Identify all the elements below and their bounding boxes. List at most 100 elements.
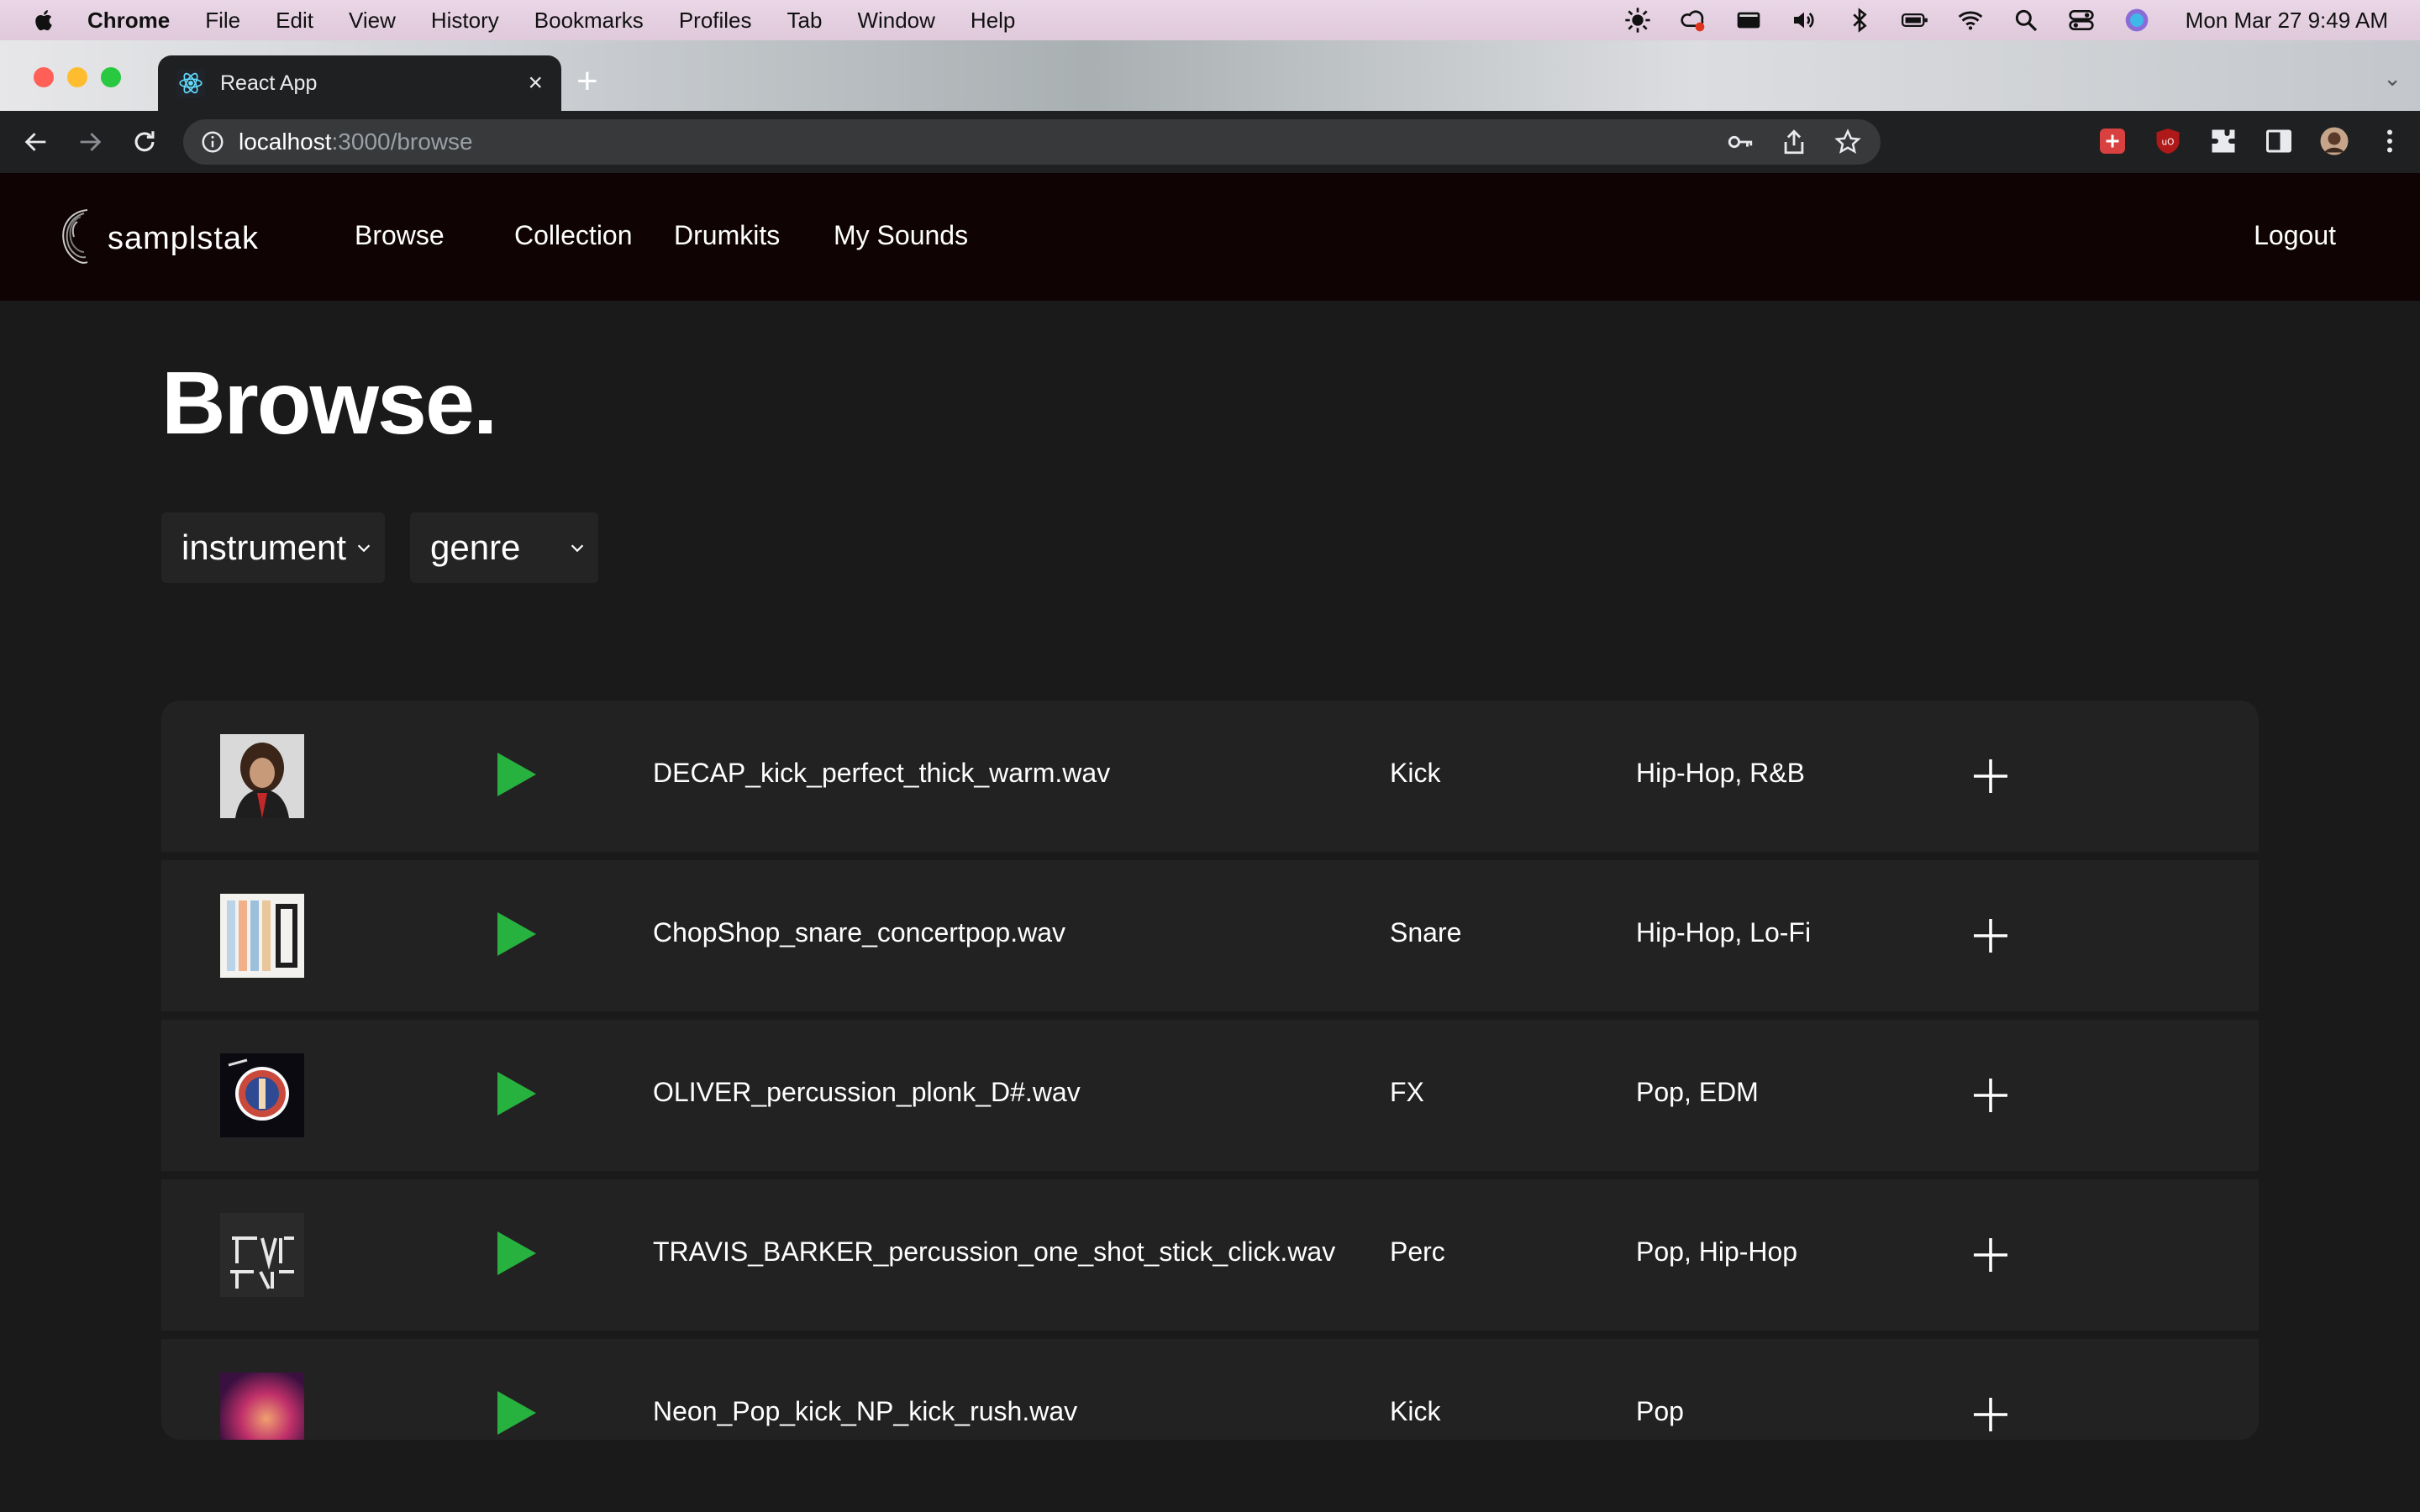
svg-text:uO: uO [2162, 138, 2175, 148]
add-to-collection-plus-icon[interactable] [1970, 1394, 2011, 1435]
add-to-collection-plus-icon[interactable] [1970, 756, 2011, 796]
menu-file[interactable]: File [205, 8, 240, 34]
key-icon[interactable] [1726, 128, 1754, 156]
menu-tab[interactable]: Tab [787, 8, 823, 34]
address-bar-actions [1726, 128, 1862, 156]
sun-icon[interactable] [1624, 7, 1651, 34]
tab-search-chevron-icon[interactable]: ⌄ [2383, 66, 2402, 92]
macos-menu-bar: Chrome File Edit View History Bookmarks … [0, 0, 2420, 40]
menu-help[interactable]: Help [971, 8, 1015, 34]
sample-instrument: Kick [1390, 758, 1441, 788]
sample-artwork-portrait [220, 734, 304, 818]
menu-bookmarks[interactable]: Bookmarks [534, 8, 644, 34]
chrome-menu-dots-icon[interactable] [2375, 126, 2405, 156]
creative-cloud-icon[interactable] [1680, 7, 1707, 34]
sample-filename: ChopShop_snare_concertpop.wav [653, 917, 1065, 948]
play-icon[interactable] [496, 751, 538, 798]
logout-button[interactable]: Logout [2254, 220, 2336, 251]
sample-genres: Hip-Hop, R&B [1636, 758, 1805, 788]
chevron-down-icon [571, 544, 584, 553]
sample-genres: Hip-Hop, Lo-Fi [1636, 917, 1812, 948]
menu-edit[interactable]: Edit [276, 8, 313, 34]
nav-drumkits[interactable]: Drumkits [674, 220, 780, 251]
menu-view[interactable]: View [349, 8, 396, 34]
control-center-icon[interactable] [2068, 7, 2095, 34]
bookmark-star-icon[interactable] [1833, 128, 1862, 156]
page-title: Browse. [161, 354, 497, 453]
close-window-button[interactable] [34, 67, 54, 87]
sample-artwork-travis-barker-logo [220, 1213, 304, 1297]
instrument-filter-label: instrument [182, 528, 347, 567]
brand-name: samplstak [108, 220, 260, 256]
reload-icon[interactable] [130, 128, 159, 160]
add-to-collection-plus-icon[interactable] [1970, 916, 2011, 956]
sample-instrument: Snare [1390, 917, 1462, 948]
sample-instrument: Perc [1390, 1236, 1445, 1267]
instrument-filter-select[interactable]: instrument [161, 512, 385, 583]
url-host: localhost [239, 129, 332, 155]
window-controls [34, 67, 121, 87]
url-text[interactable]: localhost:3000/browse [239, 129, 473, 155]
sample-filename: OLIVER_percussion_plonk_D#.wav [653, 1077, 1081, 1107]
sample-filename: DECAP_kick_perfect_thick_warm.wav [653, 758, 1111, 788]
side-panel-icon[interactable] [2264, 126, 2294, 156]
sample-genres: Pop, Hip-Hop [1636, 1236, 1798, 1267]
menu-history[interactable]: History [431, 8, 499, 34]
url-path: :3000/browse [331, 129, 473, 155]
sample-artwork-neon-pop [220, 1373, 304, 1440]
bluetooth-icon[interactable] [1846, 7, 1873, 34]
apple-icon[interactable] [32, 8, 66, 33]
sample-genres: Pop [1636, 1396, 1684, 1426]
sample-row: OLIVER_percussion_plonk_D#.wav FX Pop, E… [161, 1020, 2259, 1171]
sample-artwork-chop-shop [220, 894, 304, 978]
profile-avatar[interactable] [2319, 126, 2349, 156]
sample-row: DECAP_kick_perfect_thick_warm.wav Kick H… [161, 701, 2259, 852]
brand-logo[interactable]: samplstak [54, 205, 259, 272]
nav-browse[interactable]: Browse [355, 220, 445, 251]
site-info-icon[interactable] [200, 129, 225, 155]
red-extension-icon[interactable] [2097, 126, 2128, 156]
sample-artwork-circle [220, 1053, 304, 1137]
menu-app-name[interactable]: Chrome [87, 8, 170, 34]
genre-filter-select[interactable]: genre [410, 512, 598, 583]
browser-tab-active[interactable]: React App × [158, 55, 561, 111]
play-icon[interactable] [496, 1070, 538, 1117]
nav-collection[interactable]: Collection [514, 220, 633, 251]
siri-icon[interactable] [2123, 7, 2150, 34]
spotlight-search-icon[interactable] [2012, 7, 2039, 34]
chevron-down-icon [357, 544, 371, 553]
puzzle-extensions-icon[interactable] [2208, 126, 2238, 156]
sample-instrument: Kick [1390, 1396, 1441, 1426]
genre-filter-label: genre [430, 528, 521, 567]
add-to-collection-plus-icon[interactable] [1970, 1235, 2011, 1275]
sample-row: ChopShop_snare_concertpop.wav Snare Hip-… [161, 860, 2259, 1011]
new-tab-plus-icon[interactable]: + [576, 60, 598, 102]
wifi-icon[interactable] [1957, 7, 1984, 34]
menubar-clock[interactable]: Mon Mar 27 9:49 AM [2186, 8, 2388, 34]
volume-icon[interactable] [1791, 7, 1818, 34]
tab-close-icon[interactable]: × [528, 69, 543, 97]
tab-title: React App [220, 71, 318, 95]
zoom-window-button[interactable] [101, 67, 121, 87]
battery-icon[interactable] [1901, 7, 1928, 34]
sample-row: TRAVIS_BARKER_percussion_one_shot_stick_… [161, 1179, 2259, 1331]
play-icon[interactable] [496, 1389, 538, 1436]
share-icon[interactable] [1780, 128, 1808, 156]
address-bar[interactable]: localhost:3000/browse [183, 119, 1881, 165]
ublock-shield-icon[interactable]: uO [2153, 126, 2183, 156]
minimize-window-button[interactable] [67, 67, 87, 87]
menu-profiles[interactable]: Profiles [679, 8, 752, 34]
react-icon [176, 69, 205, 97]
status-icons: Mon Mar 27 9:49 AM [1624, 0, 2388, 40]
nav-my-sounds[interactable]: My Sounds [834, 220, 968, 251]
play-icon[interactable] [496, 911, 538, 958]
back-arrow-icon[interactable] [22, 128, 50, 160]
menu-window[interactable]: Window [857, 8, 934, 34]
app-header: samplstak Browse Collection Drumkits My … [0, 173, 2420, 301]
browser-toolbar: localhost:3000/browse uO [0, 111, 2420, 173]
add-to-collection-plus-icon[interactable] [1970, 1075, 2011, 1116]
screen-recorder-icon[interactable] [1735, 7, 1762, 34]
forward-arrow-icon[interactable] [76, 128, 104, 160]
play-icon[interactable] [496, 1230, 538, 1277]
extensions-area: uO [2097, 126, 2405, 156]
